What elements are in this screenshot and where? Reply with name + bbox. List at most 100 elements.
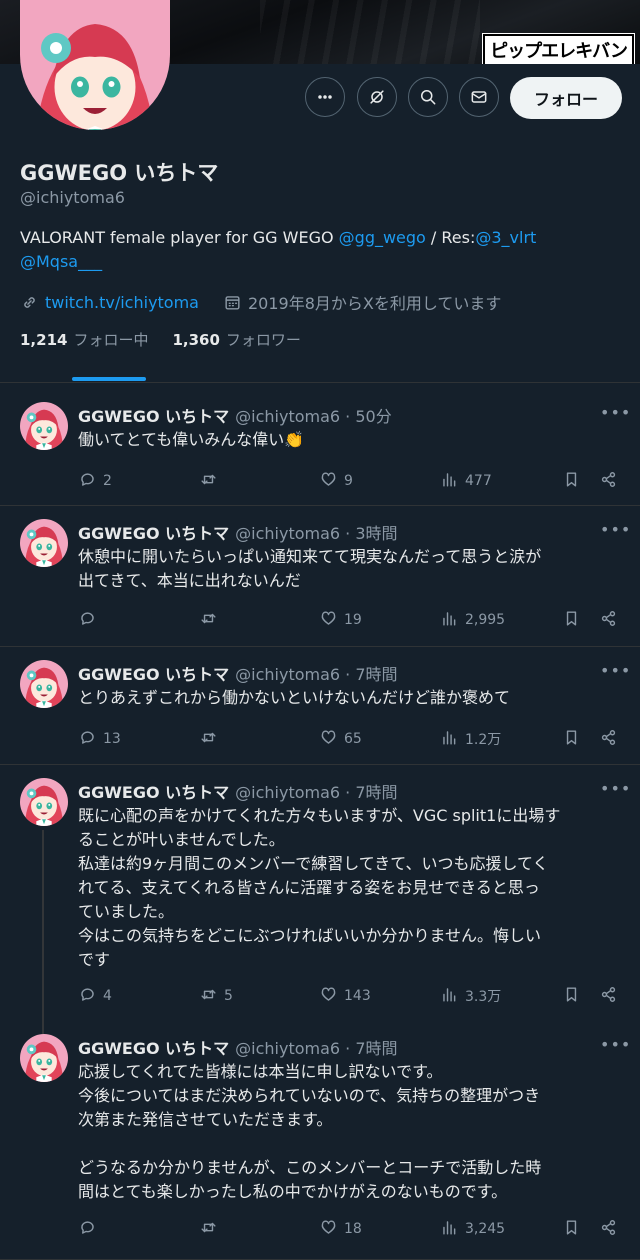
like-button[interactable]: 19 [319, 609, 362, 631]
share-icon [599, 1218, 618, 1241]
tweet-handle-time[interactable]: @ichiytoma6 · 50分 [235, 407, 392, 426]
tweet-author-name[interactable]: GGWEGO いちトマ [78, 783, 229, 802]
tweet-more-button[interactable]: ••• [600, 1035, 631, 1054]
share-button[interactable] [599, 609, 618, 631]
views-chart-icon [440, 470, 459, 493]
grok-button[interactable] [357, 77, 397, 117]
tweet-more-button[interactable]: ••• [600, 403, 631, 422]
bio-mention-mqsa[interactable]: @Mqsa___ [20, 252, 102, 271]
tweet[interactable]: GGWEGO いちトマ @ichiytoma6 · 7時間 ••• 既に心配の声を… [0, 764, 640, 1034]
tweet-avatar[interactable] [20, 1034, 68, 1082]
bookmark-icon [562, 985, 581, 1008]
views-button[interactable]: 1.2万 [440, 728, 501, 750]
followers-count: 1,360 [172, 331, 220, 349]
profile-url-link[interactable]: twitch.tv/ichiytoma [45, 293, 199, 312]
views-button[interactable]: 477 [440, 470, 492, 492]
tweet[interactable]: GGWEGO いちトマ @ichiytoma6 · 7時間 ••• 応援してくれて… [0, 1020, 640, 1259]
retweet-button[interactable] [199, 1218, 224, 1240]
tweet-author-name[interactable]: GGWEGO いちトマ [78, 524, 229, 543]
bookmark-button[interactable] [562, 470, 581, 492]
reply-button[interactable]: 4 [78, 985, 112, 1007]
more-dots-icon [318, 95, 332, 99]
tweet-avatar[interactable] [20, 778, 68, 826]
follow-button[interactable]: フォロー [510, 77, 622, 119]
tweet-avatar[interactable] [20, 402, 68, 450]
like-count: 143 [344, 988, 371, 1004]
bookmark-icon [562, 609, 581, 632]
tweet[interactable]: GGWEGO いちトマ @ichiytoma6 · 50分 ••• 働いてとても偉… [0, 383, 640, 505]
like-count: 9 [344, 473, 353, 489]
reply-button[interactable] [78, 1218, 103, 1240]
bio-mention-3-vlrt[interactable]: @3_vlrt [475, 228, 536, 247]
joined-date: 2019年8月からXを利用しています [247, 294, 502, 313]
like-button[interactable]: 143 [319, 985, 371, 1007]
avatar-image [20, 1034, 68, 1082]
tweet-avatar[interactable] [20, 660, 68, 708]
share-icon [599, 985, 618, 1008]
like-button[interactable]: 9 [319, 470, 353, 492]
message-button[interactable] [459, 77, 499, 117]
more-options-button[interactable] [305, 77, 345, 117]
share-button[interactable] [599, 728, 618, 750]
like-button[interactable]: 18 [319, 1218, 362, 1240]
profile-avatar[interactable] [20, 0, 170, 130]
tweet-more-button[interactable]: ••• [600, 661, 631, 680]
tweet[interactable]: GGWEGO いちトマ @ichiytoma6 · 7時間 ••• とりあえずこれ… [0, 646, 640, 764]
tweet-actions: 13 65 1.2万 [78, 728, 623, 752]
tweet-author-name[interactable]: GGWEGO いちトマ [78, 665, 229, 684]
like-button[interactable]: 65 [319, 728, 362, 750]
share-icon [599, 609, 618, 632]
tweet-more-button[interactable]: ••• [600, 520, 631, 539]
views-chart-icon [440, 1218, 459, 1241]
bookmark-button[interactable] [562, 728, 581, 750]
heart-icon [319, 985, 338, 1008]
share-button[interactable] [599, 985, 618, 1007]
retweet-button[interactable] [199, 470, 224, 492]
bookmark-button[interactable] [562, 985, 581, 1007]
retweet-button[interactable] [199, 728, 224, 750]
share-button[interactable] [599, 1218, 618, 1240]
search-button[interactable] [408, 77, 448, 117]
following-link[interactable]: 1,214 フォロー中 [20, 329, 148, 350]
retweet-icon [199, 470, 218, 493]
tweet-text: 働いてとても偉いみんな偉い👏 [78, 430, 305, 449]
bio-mention-gg-wego[interactable]: @gg_wego [339, 228, 426, 247]
tweet-text: 休憩中に開いたらいっぱい通知来てて現実なんだって思うと涙が 出てきて、本当に出れ… [78, 547, 542, 590]
tweet-header: GGWEGO いちトマ @ichiytoma6 · 7時間 [78, 1035, 398, 1059]
followers-link[interactable]: 1,360 フォロワー [172, 329, 300, 350]
tweet-handle-time[interactable]: @ichiytoma6 · 3時間 [235, 524, 397, 543]
bookmark-button[interactable] [562, 609, 581, 631]
tweet-more-button[interactable]: ••• [600, 779, 631, 798]
share-button[interactable] [599, 470, 618, 492]
retweet-button[interactable] [199, 609, 224, 631]
tweet-author-name[interactable]: GGWEGO いちトマ [78, 1039, 229, 1058]
tweet-header: GGWEGO いちトマ @ichiytoma6 · 7時間 [78, 779, 398, 803]
tweet-avatar[interactable] [20, 519, 68, 567]
views-count: 477 [465, 473, 492, 489]
bookmark-button[interactable] [562, 1218, 581, 1240]
views-button[interactable]: 3,245 [440, 1218, 505, 1240]
reply-button[interactable]: 2 [78, 470, 112, 492]
views-button[interactable]: 3.3万 [440, 985, 501, 1007]
tweet[interactable]: GGWEGO いちトマ @ichiytoma6 · 3時間 ••• 休憩中に開いた… [0, 505, 640, 646]
reply-button[interactable] [78, 609, 103, 631]
avatar-image [20, 519, 68, 567]
views-count: 3.3万 [465, 989, 502, 1005]
tweet-handle-time[interactable]: @ichiytoma6 · 7時間 [235, 1039, 397, 1058]
bookmark-icon [562, 728, 581, 751]
tweet-actions: 4 5 143 3.3万 [78, 985, 623, 1009]
avatar-image [20, 0, 170, 130]
retweet-button[interactable]: 5 [199, 985, 233, 1007]
views-button[interactable]: 2,995 [440, 609, 505, 631]
reply-icon [78, 470, 97, 493]
tweet-author-name[interactable]: GGWEGO いちトマ [78, 407, 229, 426]
profile-bio: VALORANT female player for GG WEGO @gg_w… [20, 226, 580, 274]
tweet-handle-time[interactable]: @ichiytoma6 · 7時間 [235, 665, 397, 684]
avatar-image [20, 660, 68, 708]
tweet-text: 応援してくれてた皆様には本当に申し訳ないです。 今後についてはまだ決められていな… [78, 1062, 542, 1201]
tweet-text: 既に心配の声をかけてくれた方々もいますが、VGC split1に出場す ることが… [78, 806, 561, 969]
like-count: 19 [344, 612, 362, 628]
thread-connector-line [42, 830, 44, 1034]
tweet-handle-time[interactable]: @ichiytoma6 · 7時間 [235, 783, 397, 802]
reply-button[interactable]: 13 [78, 728, 121, 750]
